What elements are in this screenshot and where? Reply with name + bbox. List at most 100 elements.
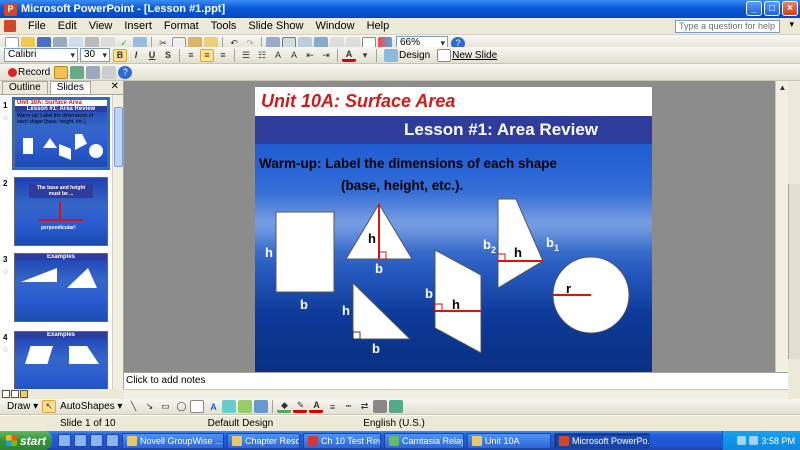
- taskbar-item-groupwise[interactable]: Novell GroupWise ...: [122, 432, 224, 449]
- oval-icon[interactable]: ◯: [174, 400, 188, 413]
- trapezoid-b2-label: b2: [483, 237, 496, 255]
- audio-icon[interactable]: [86, 65, 101, 79]
- minimize-button[interactable]: _: [746, 1, 762, 16]
- separator: [337, 48, 338, 62]
- slide-thumbnail[interactable]: Examples: [14, 331, 108, 389]
- taskbar-item-chapter-resource[interactable]: Chapter Resource...: [227, 432, 300, 449]
- right-triangle-shape[interactable]: [352, 281, 412, 340]
- document-icon[interactable]: [4, 20, 16, 32]
- notes-pane[interactable]: Click to add notes: [124, 372, 788, 389]
- rectangle-shape[interactable]: [275, 211, 335, 293]
- menu-edit[interactable]: Edit: [52, 20, 83, 32]
- 3d-style-icon[interactable]: [389, 400, 404, 413]
- tab-outline[interactable]: Outline: [2, 81, 48, 94]
- align-right-icon[interactable]: ≡: [216, 49, 230, 62]
- bold-button[interactable]: B: [113, 48, 127, 62]
- video-icon[interactable]: [70, 65, 85, 79]
- taskbar-item-powerpoint[interactable]: Microsoft PowerPo...: [554, 432, 650, 449]
- help-dropdown-icon[interactable]: ▾: [789, 19, 794, 30]
- drawing-font-color-icon[interactable]: A: [309, 400, 324, 413]
- menu-help[interactable]: Help: [361, 20, 396, 32]
- menu-insert[interactable]: Insert: [118, 20, 158, 32]
- pdf-icon: [308, 435, 318, 446]
- font-color-icon[interactable]: A: [342, 49, 356, 62]
- slide-thumbnail[interactable]: Examples: [14, 253, 108, 322]
- record-button[interactable]: Record: [4, 67, 53, 78]
- clock[interactable]: 3:58 PM: [761, 436, 795, 446]
- panel-scrollbar[interactable]: [112, 95, 123, 389]
- camtasia-icon[interactable]: [54, 65, 69, 79]
- quick-launch-icon[interactable]: [90, 434, 103, 447]
- taskbar-item-ch10[interactable]: Ch 10 Test Review...: [303, 432, 381, 449]
- new-slide-button[interactable]: New Slide: [433, 48, 500, 62]
- menu-window[interactable]: Window: [309, 20, 360, 32]
- close-icon[interactable]: ✕: [111, 81, 119, 92]
- arrow-icon[interactable]: ↘: [142, 400, 156, 413]
- numbering-icon[interactable]: ☰: [239, 49, 253, 62]
- slide-thumbnail[interactable]: Unit 10A: Surface Area Lesson #1: Area R…: [12, 97, 110, 170]
- slide-canvas[interactable]: Unit 10A: Surface Area Lesson #1: Area R…: [255, 87, 652, 372]
- shadow-style-icon[interactable]: [373, 400, 388, 413]
- slide-show-icon[interactable]: [20, 390, 28, 398]
- slide-number: 4: [3, 333, 8, 342]
- arrow-style-icon[interactable]: ⇄: [357, 400, 371, 413]
- slide-thumbnail[interactable]: The base and height must be ... perpendi…: [14, 177, 108, 246]
- trapezoid-shape[interactable]: [497, 198, 544, 289]
- line-icon[interactable]: ╲: [126, 400, 140, 413]
- menu-format[interactable]: Format: [158, 20, 205, 32]
- decrease-indent-icon[interactable]: ⇤: [303, 49, 317, 62]
- menu-file[interactable]: File: [22, 20, 52, 32]
- start-button[interactable]: start: [0, 431, 52, 450]
- taskbar-item-unit10a[interactable]: Unit 10A: [467, 432, 551, 449]
- line-style-icon[interactable]: ≡: [325, 400, 339, 413]
- quick-launch-icon[interactable]: [58, 434, 71, 447]
- maximize-button[interactable]: □: [764, 1, 780, 16]
- settings-icon[interactable]: [102, 65, 117, 79]
- slide-sorter-icon[interactable]: [11, 390, 19, 398]
- quick-launch-icon[interactable]: [106, 434, 119, 447]
- close-button[interactable]: ×: [782, 1, 798, 16]
- recorder-help-icon[interactable]: ?: [118, 65, 133, 79]
- scroll-thumb[interactable]: [114, 107, 123, 167]
- normal-view-icon[interactable]: [2, 390, 10, 398]
- menu-slide-show[interactable]: Slide Show: [242, 20, 309, 32]
- increase-font-icon[interactable]: A: [271, 49, 285, 62]
- bullets-icon[interactable]: ☷: [255, 49, 269, 62]
- align-left-icon[interactable]: ≡: [184, 49, 198, 62]
- rectangle-icon[interactable]: ▭: [158, 400, 172, 413]
- taskbar-item-camtasia[interactable]: Camtasia Relay — ...: [384, 432, 464, 449]
- select-objects-icon[interactable]: ↖: [42, 400, 57, 413]
- increase-indent-icon[interactable]: ⇥: [319, 49, 333, 62]
- horizontal-scrollbar[interactable]: [124, 389, 788, 399]
- design-button[interactable]: Design: [380, 48, 433, 62]
- font-color-dropdown-icon[interactable]: ▾: [358, 49, 372, 62]
- decrease-font-icon[interactable]: A: [287, 49, 301, 62]
- thumb-header: Examples: [15, 254, 107, 260]
- picture-icon[interactable]: [254, 400, 269, 413]
- network-icon[interactable]: [737, 436, 747, 445]
- diagram-icon[interactable]: [222, 400, 237, 413]
- line-color-icon[interactable]: ✎: [293, 400, 308, 413]
- clip-art-icon[interactable]: [238, 400, 253, 413]
- volume-icon[interactable]: [749, 436, 759, 445]
- underline-button[interactable]: U: [145, 49, 159, 62]
- draw-menu-button[interactable]: Draw ▾: [4, 401, 41, 412]
- help-search-input[interactable]: Type a question for help: [675, 20, 780, 33]
- menu-tools[interactable]: Tools: [205, 20, 243, 32]
- tab-slides[interactable]: Slides: [49, 81, 91, 94]
- shadow-button[interactable]: S: [161, 49, 175, 62]
- menu-view[interactable]: View: [83, 20, 119, 32]
- quick-launch-icon[interactable]: [74, 434, 87, 447]
- font-size-combo[interactable]: 30: [80, 48, 110, 62]
- textbox-icon[interactable]: [190, 400, 205, 413]
- slide-number: 2: [3, 179, 8, 188]
- editor-scrollbar[interactable]: ▲: [775, 81, 788, 372]
- autoshapes-button[interactable]: AutoShapes ▾: [57, 401, 125, 412]
- dash-style-icon[interactable]: ┅: [341, 400, 355, 413]
- scroll-up-icon[interactable]: ▲: [776, 81, 789, 94]
- fill-color-icon[interactable]: ◆: [277, 400, 292, 413]
- align-center-icon[interactable]: ≡: [200, 48, 214, 62]
- italic-button[interactable]: I: [129, 49, 143, 62]
- wordart-icon[interactable]: A: [206, 400, 220, 413]
- font-combo[interactable]: Calibri: [4, 48, 78, 62]
